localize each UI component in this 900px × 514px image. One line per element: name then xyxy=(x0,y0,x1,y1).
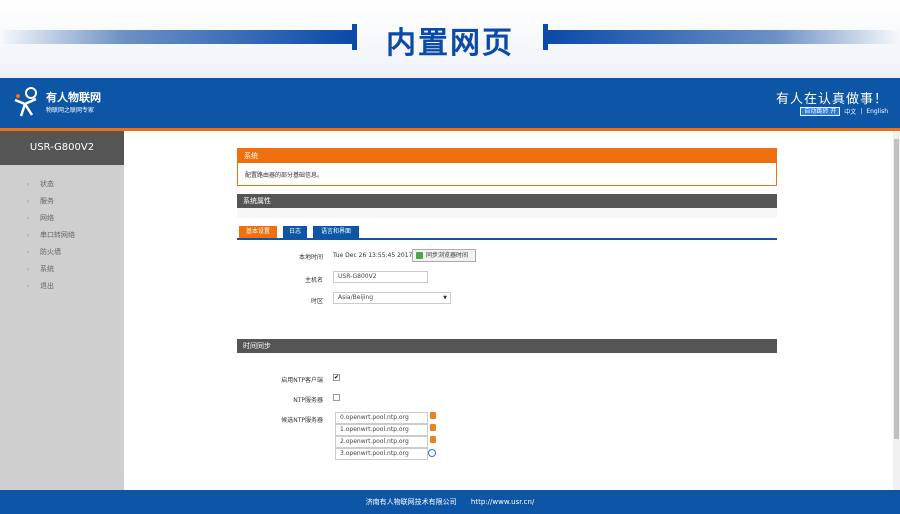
banner-stripe-left xyxy=(0,30,352,44)
banner-bar-left xyxy=(352,24,357,50)
remove-server-icon[interactable] xyxy=(430,424,436,431)
ntp-server-input[interactable]: 0.openwrt.pool.ntp.org xyxy=(335,412,428,424)
sidebar-item-status[interactable]: › 状态 xyxy=(0,176,124,193)
chevron-right-icon: › xyxy=(27,283,30,290)
footer: 济南有人物联网技术有限公司 http://www.usr.cn/ xyxy=(0,490,900,514)
sidebar-item-services[interactable]: › 服务 xyxy=(0,193,124,210)
lang-zh-link[interactable]: 中文 xyxy=(844,107,856,116)
candidate-ntp-label: 候选NTP服务器 xyxy=(281,417,323,424)
slogan: 有人在认真做事！ xyxy=(775,92,888,107)
sidebar-item-label: 防火墙 xyxy=(40,248,61,256)
chevron-right-icon: › xyxy=(27,215,30,222)
chevron-right-icon: › xyxy=(27,266,30,273)
tab-language-ui[interactable]: 语言和界面 xyxy=(313,226,359,238)
tab-basic-settings[interactable]: 基本设置 xyxy=(239,226,277,238)
local-time-value: Tue Dec 26 13:55:45 2017 xyxy=(333,252,413,259)
sidebar-item-label: 串口转网络 xyxy=(40,231,75,239)
banner-stripe-right xyxy=(548,30,900,44)
tab-log[interactable]: 日志 xyxy=(283,226,307,238)
ntp-server-input[interactable]: 2.openwrt.pool.ntp.org xyxy=(335,436,428,448)
sidebar-item-label: 系统 xyxy=(40,265,54,273)
system-section-description: 配置路由器的部分基础信息。 xyxy=(245,172,324,179)
sidebar-item-label: 服务 xyxy=(40,197,54,205)
sidebar-item-label: 退出 xyxy=(40,282,54,290)
system-properties-header: 系统属性 xyxy=(237,194,777,208)
sidebar-item-label: 网络 xyxy=(40,214,54,222)
remove-server-icon[interactable] xyxy=(430,412,436,419)
time-sync-header: 时间同步 xyxy=(237,339,777,353)
logo-subtitle: 物联网之联网专家 xyxy=(46,107,95,114)
enable-ntp-client-label: 启用NTP客户端 xyxy=(281,377,323,384)
footer-url[interactable]: http://www.usr.cn/ xyxy=(471,498,534,506)
sidebar: USR-G800V2 › 状态 › 服务 › 网络 › 串口转网络 › 防火墙 › 系统 ›… xyxy=(0,131,124,490)
sync-browser-time-button[interactable]: 同步浏览器时间 xyxy=(412,249,476,262)
timezone-selected-value: Asia/Beijing xyxy=(338,294,374,301)
add-server-icon[interactable] xyxy=(428,449,436,457)
device-name: USR-G800V2 xyxy=(0,131,124,165)
ntp-server-input[interactable]: 1.openwrt.pool.ntp.org xyxy=(335,424,428,436)
timezone-label: 时区 xyxy=(310,298,323,305)
hostname-label: 主机名 xyxy=(304,277,323,284)
footer-company: 济南有人物联网技术有限公司 xyxy=(365,498,457,506)
sidebar-menu: › 状态 › 服务 › 网络 › 串口转网络 › 防火墙 › 系统 › 退出 xyxy=(0,176,124,295)
remove-server-icon[interactable] xyxy=(430,436,436,443)
sidebar-item-serial[interactable]: › 串口转网络 xyxy=(0,227,124,244)
chevron-right-icon: › xyxy=(27,232,30,239)
sidebar-item-system[interactable]: › 系统 xyxy=(0,261,124,278)
chevron-right-icon: › xyxy=(27,181,30,188)
app-header: 有人物联网 物联网之联网专家 有人在认真做事！ 自动跳转 开 中文 | Engl… xyxy=(0,78,900,128)
main-scrollbar[interactable] xyxy=(893,131,900,490)
auto-switch-toggle[interactable]: 自动跳转 开 xyxy=(800,107,841,116)
local-time-label: 本地时间 xyxy=(298,254,323,261)
tab-bar: 基本设置 日志 语言和界面 xyxy=(237,226,777,240)
banner-title: 内置网页 xyxy=(386,26,514,61)
ntp-server-input[interactable]: 3.openwrt.pool.ntp.org xyxy=(335,448,428,460)
ntp-server-checkbox[interactable] xyxy=(333,394,340,401)
timezone-select[interactable]: Asia/Beijing ▼ xyxy=(333,292,451,304)
lang-separator: | xyxy=(860,108,863,115)
chevron-right-icon: › xyxy=(27,198,30,205)
hostname-input[interactable]: USR-G800V2 xyxy=(333,271,428,283)
enable-ntp-client-checkbox[interactable]: ✔ xyxy=(333,374,340,381)
ntp-server-label: NTP服务器 xyxy=(293,397,323,404)
system-section-title: 系统 xyxy=(238,149,776,163)
sidebar-item-network[interactable]: › 网络 xyxy=(0,210,124,227)
usr-logo-icon xyxy=(14,87,37,117)
sidebar-item-firewall[interactable]: › 防火墙 xyxy=(0,244,124,261)
sidebar-item-label: 状态 xyxy=(40,180,54,188)
promo-banner: 内置网页 xyxy=(0,0,900,78)
sync-icon xyxy=(416,252,423,259)
header-controls: 自动跳转 开 中文 | English xyxy=(800,107,888,116)
sidebar-item-logout[interactable]: › 退出 xyxy=(0,278,124,295)
lang-en-link[interactable]: English xyxy=(866,108,888,115)
chevron-right-icon: › xyxy=(27,249,30,256)
sync-button-label: 同步浏览器时间 xyxy=(426,252,469,259)
scrollbar-thumb[interactable] xyxy=(894,139,899,439)
caret-down-icon: ▼ xyxy=(443,295,447,301)
system-section: 系统 配置路由器的部分基础信息。 xyxy=(237,148,777,186)
logo-name: 有人物联网 xyxy=(46,91,101,104)
section-spacer xyxy=(237,208,777,218)
